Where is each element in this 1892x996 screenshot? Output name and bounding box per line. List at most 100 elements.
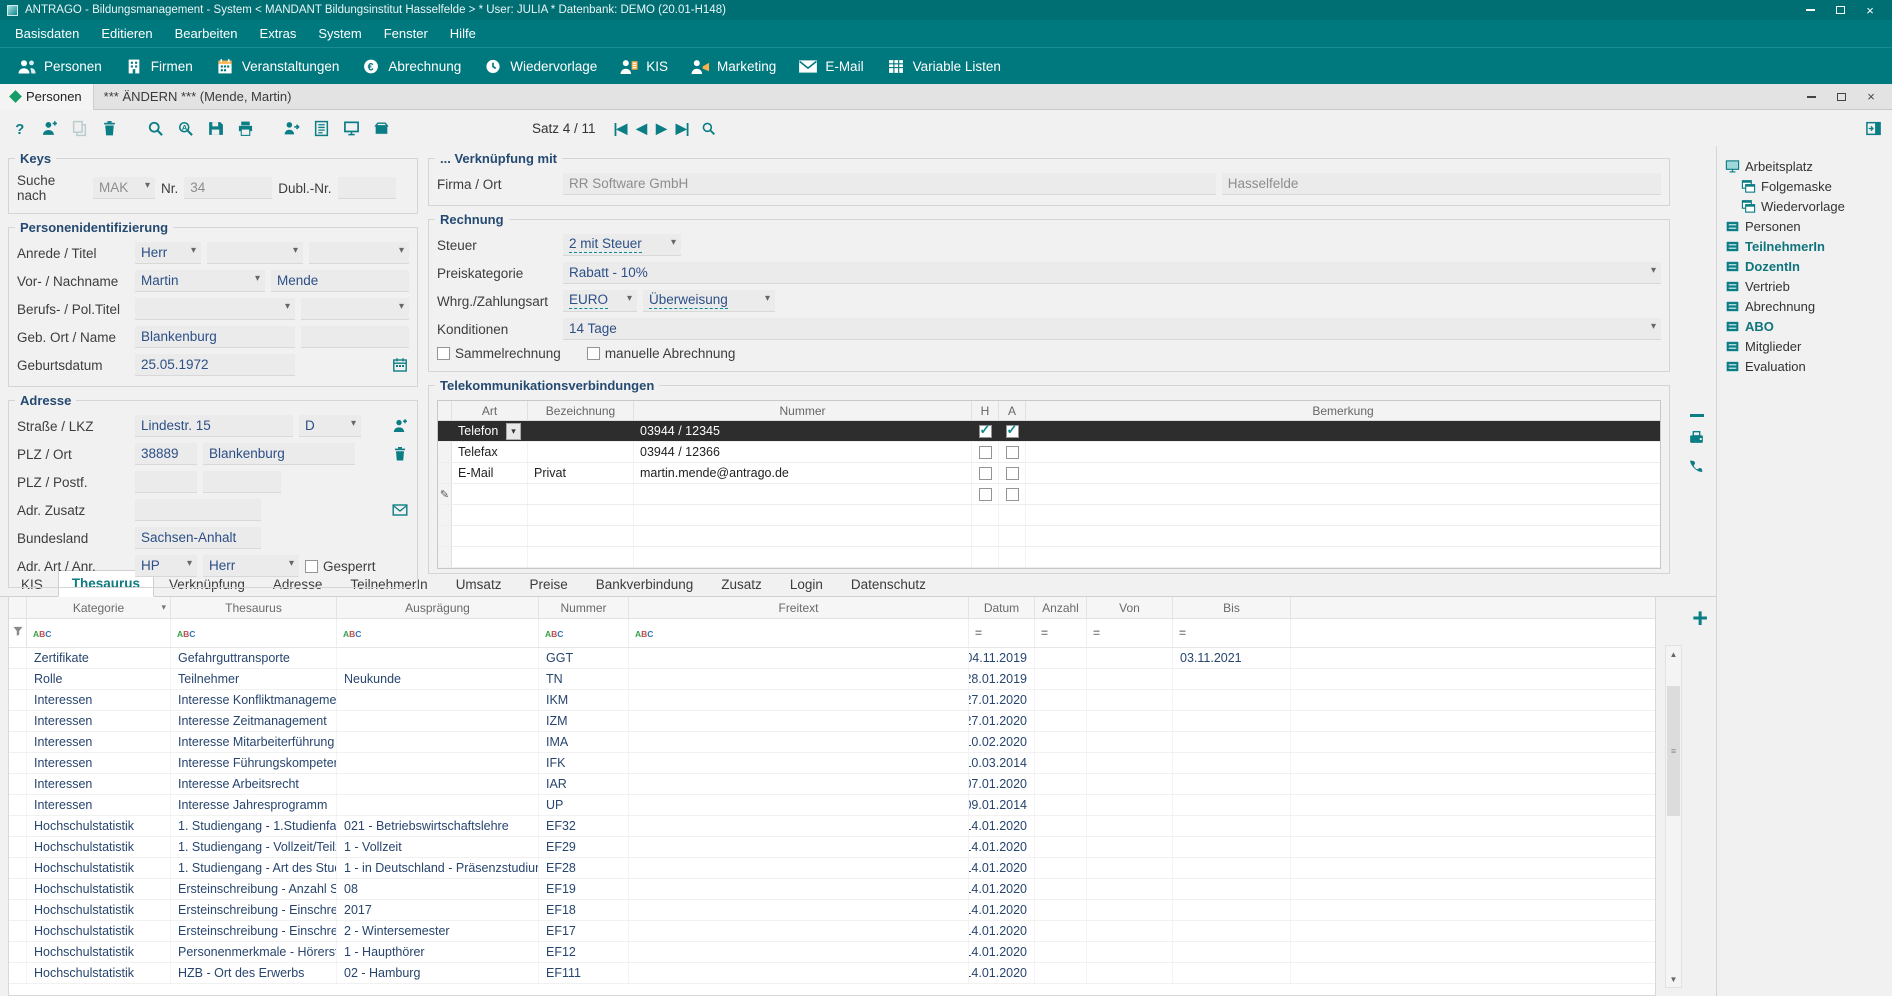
table-row[interactable]: Hochschulstatistik1. Studiengang - 1.Stu…: [9, 816, 1655, 837]
grid-col-kategorie[interactable]: Kategorie▾: [27, 597, 171, 618]
nr-input[interactable]: 34: [184, 177, 272, 199]
sidebar-item-abrechnung[interactable]: Abrechnung: [1723, 296, 1892, 316]
maximize-button[interactable]: [1825, 0, 1855, 20]
apptool-email[interactable]: E-Mail: [787, 52, 874, 81]
table-row[interactable]: Hochschulstatistik1. Studiengang - Art d…: [9, 858, 1655, 879]
apptool-personen[interactable]: Personen: [6, 52, 113, 81]
titel1-select[interactable]: [207, 242, 303, 264]
dubl-nr-input[interactable]: [338, 177, 396, 199]
tab-umsatz[interactable]: Umsatz: [443, 572, 515, 596]
table-row[interactable]: InteressenInteresse ArbeitsrechtIAR07.01…: [9, 774, 1655, 795]
scroll-track[interactable]: ≡: [1666, 662, 1681, 971]
grid-col-freitext[interactable]: Freitext: [629, 597, 969, 618]
phone-icon[interactable]: [1688, 458, 1705, 475]
sidebar-item-evaluation[interactable]: Evaluation: [1723, 356, 1892, 376]
tab-personen-document[interactable]: Personen: [0, 84, 94, 110]
manuelle-abrechnung-checkbox[interactable]: manuelle Abrechnung: [587, 346, 736, 361]
nachname-input[interactable]: Mende: [271, 270, 409, 292]
copy-button[interactable]: [68, 117, 90, 139]
lkz-select[interactable]: D: [299, 415, 361, 437]
archive-button[interactable]: [370, 117, 392, 139]
minimize-button[interactable]: [1795, 0, 1825, 20]
apptool-variable-listen[interactable]: Variable Listen: [875, 52, 1012, 81]
gesperrt-checkbox[interactable]: Gesperrt: [305, 559, 376, 574]
filter-indicator[interactable]: [9, 619, 27, 647]
search-button[interactable]: [144, 117, 166, 139]
filter-cell-thesaurus[interactable]: ABC: [171, 619, 337, 647]
table-row[interactable]: InteressenInteresse FührungskompetenzIFK…: [9, 753, 1655, 774]
art-select-arrow[interactable]: ▾: [506, 423, 521, 440]
screen-button[interactable]: [340, 117, 362, 139]
telekom-col-h[interactable]: H: [972, 401, 999, 420]
tab-login[interactable]: Login: [777, 572, 836, 596]
h-checkbox[interactable]: [979, 467, 992, 480]
panel-toggle-icon[interactable]: [1862, 117, 1884, 139]
grid-col-datum[interactable]: Datum: [969, 597, 1035, 618]
scroll-up-icon[interactable]: ▲: [1666, 646, 1681, 662]
remove-telekom-row-button[interactable]: [1690, 414, 1704, 417]
column-dropdown-icon[interactable]: ▾: [161, 602, 166, 613]
menu-basisdaten[interactable]: Basisdaten: [4, 21, 90, 46]
a-checkbox[interactable]: [1006, 488, 1019, 501]
record-search-icon[interactable]: [698, 118, 718, 138]
table-row[interactable]: InteressenInteresse ZeitmanagementIZM27.…: [9, 711, 1655, 732]
h-checkbox[interactable]: [979, 488, 992, 501]
filter-cell-kategorie[interactable]: ABC: [27, 619, 171, 647]
waehrung-select[interactable]: EURO: [563, 290, 637, 312]
apptool-veranstaltungen[interactable]: Veranstaltungen: [204, 52, 351, 81]
filter-cell-freitext[interactable]: ABC: [629, 619, 969, 647]
firma-input[interactable]: RR Software GmbH: [563, 173, 1216, 195]
sammelrechnung-checkbox[interactable]: Sammelrechnung: [437, 346, 561, 361]
apptool-kis[interactable]: KIS: [608, 52, 679, 81]
telekom-new-row[interactable]: ✎: [438, 484, 1660, 505]
table-row[interactable]: HochschulstatistikErsteinschreibung - Ei…: [9, 900, 1655, 921]
ort-input[interactable]: Blankenburg: [203, 443, 355, 465]
sidebar-item-wiedervorlage[interactable]: Wiedervorlage: [1723, 196, 1892, 216]
add-address-icon[interactable]: [391, 417, 409, 435]
apptool-abrechnung[interactable]: €Abrechnung: [350, 52, 472, 81]
adr-anrede-select[interactable]: Herr: [203, 555, 299, 577]
telekom-col-nummer[interactable]: Nummer: [634, 401, 972, 420]
table-row[interactable]: InteressenInteresse MitarbeiterführungIM…: [9, 732, 1655, 753]
bundesland-input[interactable]: Sachsen-Anhalt: [135, 527, 261, 549]
anrede-select[interactable]: Herr: [135, 242, 201, 264]
table-row[interactable]: InteressenInteresse JahresprogrammUP09.0…: [9, 795, 1655, 816]
konditionen-select[interactable]: 14 Tage: [563, 318, 1661, 340]
table-row[interactable]: Hochschulstatistik1. Studiengang - Vollz…: [9, 837, 1655, 858]
geb-name-input[interactable]: [301, 326, 409, 348]
sidebar-item-vertrieb[interactable]: Vertrieb: [1723, 276, 1892, 296]
apptool-firmen[interactable]: Firmen: [113, 52, 204, 81]
table-row[interactable]: HochschulstatistikHZB - Ort des Erwerbs0…: [9, 963, 1655, 984]
last-record-button[interactable]: ▶|: [676, 120, 689, 137]
telekom-col-art[interactable]: Art: [452, 401, 528, 420]
menu-editieren[interactable]: Editieren: [90, 21, 163, 46]
text-search-button[interactable]: A: [174, 117, 196, 139]
geburtsdatum-input[interactable]: 25.05.1972: [135, 354, 295, 376]
adr-art-select[interactable]: HP: [135, 555, 197, 577]
telekom-row-e-mail[interactable]: E-MailPrivatmartin.mende@antrago.de: [438, 463, 1660, 484]
previous-record-button[interactable]: ◀: [636, 120, 646, 137]
table-row[interactable]: RolleTeilnehmerNeukundeTN28.01.2019: [9, 669, 1655, 690]
close-button[interactable]: ×: [1855, 0, 1885, 20]
titel2-select[interactable]: [309, 242, 409, 264]
sidebar-item-folgemaske[interactable]: Folgemaske: [1723, 176, 1892, 196]
menu-bearbeiten[interactable]: Bearbeiten: [164, 21, 249, 46]
help-button[interactable]: ?: [8, 117, 30, 139]
mail-address-icon[interactable]: [391, 501, 409, 519]
table-row[interactable]: ZertifikateGefahrguttransporteGGT04.11.2…: [9, 648, 1655, 669]
telekom-row-telefax[interactable]: Telefax03944 / 12366: [438, 442, 1660, 463]
filter-cell-datum[interactable]: =: [969, 619, 1035, 647]
first-record-button[interactable]: |◀: [614, 120, 627, 137]
table-row[interactable]: HochschulstatistikErsteinschreibung - Ei…: [9, 921, 1655, 942]
table-row[interactable]: InteressenInteresse KonfliktmanagementIK…: [9, 690, 1655, 711]
geb-ort-input[interactable]: Blankenburg: [135, 326, 295, 348]
new-person-button[interactable]: [38, 117, 60, 139]
doc-minimize-button[interactable]: [1796, 87, 1826, 107]
adr-zusatz-input[interactable]: [135, 499, 261, 521]
scroll-down-icon[interactable]: ▼: [1666, 971, 1681, 987]
plz-input[interactable]: 38889: [135, 443, 197, 465]
vorname-input[interactable]: Martin: [135, 270, 265, 292]
postfach-input[interactable]: [203, 471, 281, 493]
sidebar-item-abo[interactable]: ABO: [1723, 316, 1892, 336]
berufstitel-select[interactable]: [135, 298, 295, 320]
